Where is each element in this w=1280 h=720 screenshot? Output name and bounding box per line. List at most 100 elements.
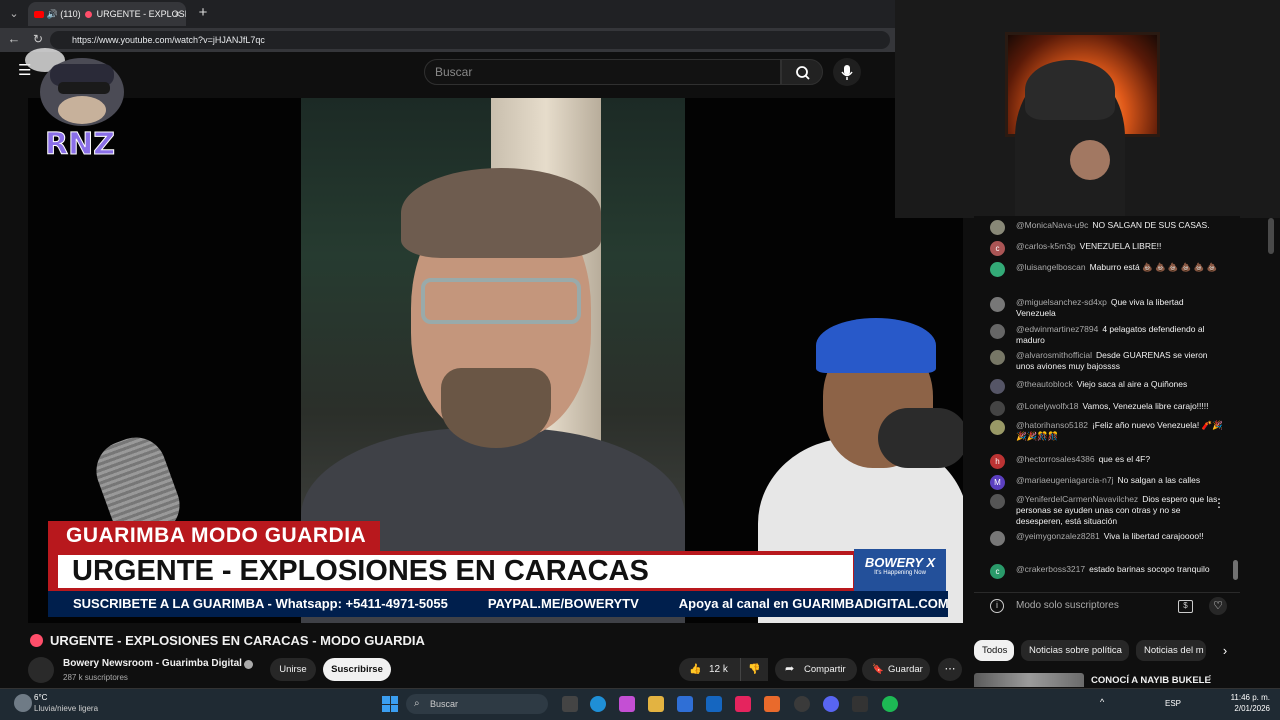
chat-author[interactable]: @luisangelboscan bbox=[1016, 262, 1086, 272]
tray-chevron-up-icon[interactable]: ^ bbox=[1100, 697, 1104, 707]
channel-avatar[interactable] bbox=[28, 657, 54, 683]
subscribe-button[interactable]: Suscribirse bbox=[323, 658, 391, 681]
chat-avatar[interactable] bbox=[990, 262, 1005, 277]
discord-icon[interactable] bbox=[823, 696, 839, 712]
chat-message[interactable]: @luisangelboscan Maburro está 💩 💩 💩 💩 💩 💩 bbox=[974, 262, 1224, 277]
taskbar-search[interactable]: ⌕ Buscar bbox=[406, 694, 548, 714]
tab-search-chevron-icon[interactable]: ⌄ bbox=[4, 5, 24, 23]
chat-author[interactable]: @YeniferdelCarmenNavavilchez bbox=[1016, 494, 1138, 504]
obs-icon[interactable] bbox=[852, 696, 868, 712]
channel-name[interactable]: Bowery Newsroom - Guarimba Digital bbox=[63, 658, 242, 669]
file-explorer-icon[interactable] bbox=[648, 696, 664, 712]
search-icon bbox=[796, 66, 810, 80]
chevron-right-icon[interactable]: › bbox=[1216, 642, 1234, 660]
app-icon[interactable] bbox=[764, 696, 780, 712]
chat-message[interactable]: c @crakerboss3217 estado barinas socopo tr… bbox=[974, 564, 1224, 579]
windows-taskbar bbox=[0, 688, 1280, 720]
chip-politics-news[interactable]: Noticias sobre política bbox=[1021, 640, 1129, 661]
task-view-icon[interactable] bbox=[562, 696, 578, 712]
chat-author[interactable]: @Lonelywolfx18 bbox=[1016, 401, 1079, 411]
heart-reaction-icon[interactable]: ♡ bbox=[1209, 597, 1227, 615]
chat-avatar[interactable] bbox=[990, 350, 1005, 365]
share-button[interactable]: ➦ Compartir bbox=[775, 658, 857, 681]
chat-author[interactable]: @alvarosmithofficial bbox=[1016, 350, 1092, 360]
chat-author[interactable]: @edwinmartinez7894 bbox=[1016, 324, 1098, 334]
chat-message[interactable]: @hatorihanso5182 ¡Feliz año nuevo Venezue… bbox=[974, 420, 1224, 442]
chat-avatar[interactable]: c bbox=[990, 241, 1005, 256]
chat-author[interactable]: @miguelsanchez-sd4xp bbox=[1016, 297, 1107, 307]
tiktok-icon[interactable] bbox=[735, 696, 751, 712]
chip-news[interactable]: Noticias del m bbox=[1136, 640, 1206, 661]
weather-description[interactable]: Lluvia/nieve ligera bbox=[34, 704, 98, 713]
store-icon[interactable] bbox=[677, 696, 693, 712]
keyboard-language[interactable]: ESP bbox=[1165, 699, 1181, 708]
chat-avatar[interactable] bbox=[990, 324, 1005, 339]
weather-icon[interactable] bbox=[14, 694, 32, 712]
chat-message[interactable]: h @hectorrosales4386 que es el 4F? bbox=[974, 454, 1224, 469]
more-actions-button[interactable]: ⋯ bbox=[938, 658, 962, 681]
chat-avatar[interactable]: M bbox=[990, 475, 1005, 490]
clock-date[interactable]: 2/01/2026 bbox=[1218, 704, 1270, 713]
voice-search-button[interactable] bbox=[833, 58, 861, 86]
windows-start-icon[interactable] bbox=[382, 696, 398, 712]
chat-author[interactable]: @theautoblock bbox=[1016, 379, 1073, 389]
subscribers-only-mode-text: Modo solo suscriptores bbox=[1016, 600, 1119, 611]
related-video-thumbnail[interactable] bbox=[974, 673, 1084, 687]
chat-author[interactable]: @carlos-k5m3p bbox=[1016, 241, 1076, 251]
video-player[interactable]: GUARIMBA MODO GUARDIA URGENTE - EXPLOSIO… bbox=[28, 98, 963, 623]
chat-message-more-icon[interactable]: ⋮ bbox=[1213, 496, 1225, 510]
speaker-icon[interactable]: 🔊 bbox=[47, 9, 61, 19]
chat-avatar[interactable] bbox=[990, 401, 1005, 416]
outlook-icon[interactable] bbox=[706, 696, 722, 712]
chat-message[interactable]: c @carlos-k5m3p VENEZUELA LIBRE!! bbox=[974, 241, 1224, 256]
chat-author[interactable]: @mariaeugeniagarcia-n7j bbox=[1016, 475, 1113, 485]
join-button[interactable]: Unirse bbox=[270, 658, 316, 681]
chat-message[interactable]: M @mariaeugeniagarcia-n7j No salgan a las … bbox=[974, 475, 1224, 490]
new-tab-button[interactable]: + bbox=[193, 3, 213, 23]
tab-close-button[interactable]: × bbox=[175, 2, 180, 26]
chat-avatar[interactable] bbox=[990, 220, 1005, 235]
chat-author[interactable]: @hatorihanso5182 bbox=[1016, 420, 1088, 430]
chat-message[interactable]: @alvarosmithofficial Desde GUARENAS se vi… bbox=[974, 350, 1224, 372]
edge-browser-icon[interactable] bbox=[590, 696, 606, 712]
super-chat-icon[interactable]: $ bbox=[1178, 600, 1193, 613]
clock-time[interactable]: 11:46 p. m. bbox=[1228, 693, 1270, 702]
spotify-icon[interactable] bbox=[882, 696, 898, 712]
chat-author[interactable]: @crakerboss3217 bbox=[1016, 564, 1085, 574]
chat-avatar[interactable] bbox=[990, 379, 1005, 394]
chat-avatar[interactable]: c bbox=[990, 564, 1005, 579]
chat-message[interactable]: @YeniferdelCarmenNavavilchez Dios espero … bbox=[974, 494, 1224, 527]
address-bar[interactable]: https://www.youtube.com/watch?v=jHJANJfL… bbox=[50, 31, 890, 49]
chat-message[interactable]: @theautoblock Viejo saca al aire a Quiñon… bbox=[974, 379, 1224, 394]
chat-author[interactable]: @MonicaNava-u9c bbox=[1016, 220, 1088, 230]
chat-author[interactable]: @hectorrosales4386 bbox=[1016, 454, 1095, 464]
chat-message[interactable]: @edwinmartinez7894 4 pelagatos defendiend… bbox=[974, 324, 1224, 346]
copilot-icon[interactable] bbox=[619, 696, 635, 712]
search-button[interactable] bbox=[781, 59, 823, 85]
chat-avatar[interactable] bbox=[990, 297, 1005, 312]
chat-avatar[interactable]: h bbox=[990, 454, 1005, 469]
related-video-title[interactable]: CONOCÍ A NAYIB BUKELE bbox=[1091, 675, 1211, 686]
chat-message-body: @mariaeugeniagarcia-n7j No salgan a las c… bbox=[974, 475, 1224, 486]
chat-avatar[interactable] bbox=[990, 494, 1005, 509]
related-more-icon[interactable]: ⋮ bbox=[1205, 674, 1215, 685]
live-chat[interactable]: @MonicaNava-u9c NO SALGAN DE SUS CASAS. c @… bbox=[974, 216, 1240, 592]
weather-temperature[interactable]: 6°C bbox=[34, 693, 47, 702]
save-button[interactable]: 🔖 Guardar bbox=[862, 658, 930, 681]
chat-scrollbar[interactable] bbox=[1233, 560, 1238, 580]
chip-all[interactable]: Todos bbox=[974, 640, 1014, 661]
page-scrollbar[interactable] bbox=[1268, 218, 1274, 254]
search-input[interactable]: Buscar bbox=[424, 59, 781, 85]
chat-message[interactable]: @MonicaNava-u9c NO SALGAN DE SUS CASAS. bbox=[974, 220, 1224, 235]
chat-avatar[interactable] bbox=[990, 420, 1005, 435]
chat-avatar[interactable] bbox=[990, 531, 1005, 546]
ticker-bar: SUSCRIBETE A LA GUARIMBA - Whatsapp: +54… bbox=[48, 591, 949, 617]
chrome-icon[interactable] bbox=[794, 696, 810, 712]
chat-message[interactable]: @Lonelywolfx18 Vamos, Venezuela libre car… bbox=[974, 401, 1224, 416]
chat-author[interactable]: @yeimygonzalez8281 bbox=[1016, 531, 1100, 541]
dislike-button[interactable]: 👎 bbox=[740, 658, 768, 681]
info-icon[interactable]: i bbox=[990, 599, 1004, 613]
chat-message[interactable]: @miguelsanchez-sd4xp Que viva la libertad… bbox=[974, 297, 1224, 319]
browser-tab[interactable]: 🔊 (110) URGENTE - EXPLOSI × bbox=[28, 2, 186, 26]
chat-message[interactable]: @yeimygonzalez8281 Viva la libertad caraj… bbox=[974, 531, 1224, 546]
